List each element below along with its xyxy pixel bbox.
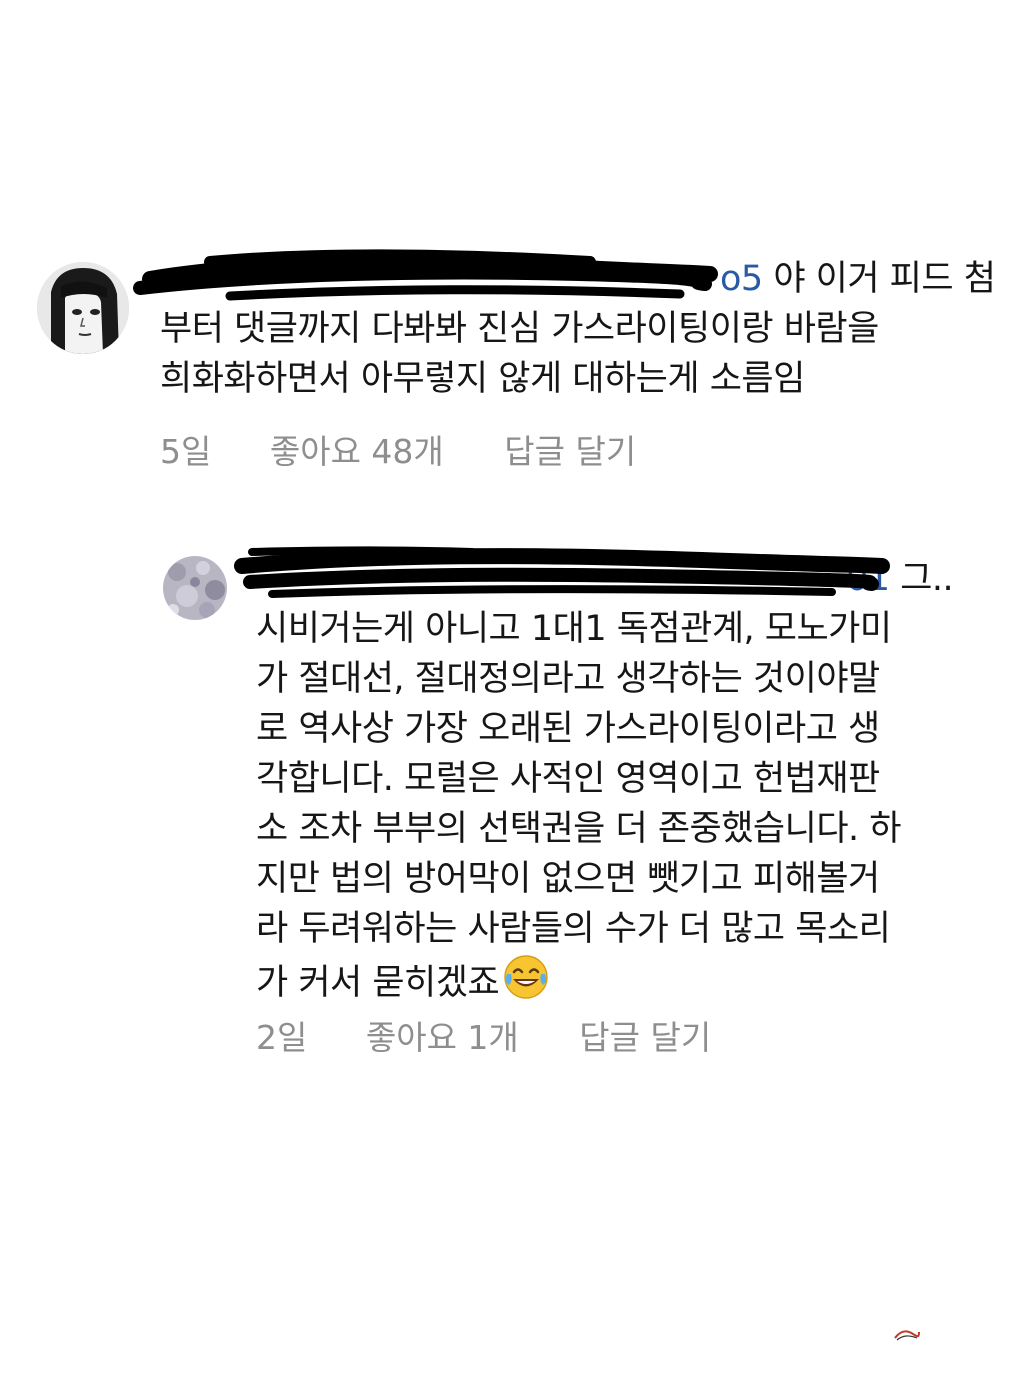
comment-line-text: 가 커서 묻히겠죠 (256, 963, 500, 1003)
face-with-tears-of-joy-icon (503, 954, 549, 1014)
comment-time: 5일 (160, 432, 212, 471)
comment-line: 라 두려워하는 사람들의 수가 더 많고 목소리 (256, 909, 891, 949)
likes-count[interactable]: 좋아요 48개 (270, 425, 444, 473)
reply-button[interactable]: 답글 달기 (504, 425, 636, 473)
comment-text: o5 야 이거 피드 첨 부터 댓글까지 다봐봐 진심 가스라이팅이랑 바람을 … (160, 254, 996, 404)
comment-line: 부터 댓글까지 다봐봐 진심 가스라이팅이랑 바람을 (160, 309, 879, 349)
avatar-illustration-icon (37, 262, 129, 354)
comment-meta: 5일 좋아요 48개 답글 달기 (160, 425, 636, 473)
comment-line: 각합니다. 모럴은 사적인 영역이고 헌법재판 (256, 759, 880, 799)
comment-line: o5 야 이거 피드 첨 (160, 254, 996, 304)
user-avatar[interactable] (37, 262, 129, 354)
avatar-texture-icon (163, 556, 227, 620)
comment-line: 지만 법의 방어막이 없으면 뺏기고 피해볼거 (256, 859, 880, 899)
mention-username-tail[interactable]: o5 (720, 259, 763, 299)
comment-line: 로 역사상 가장 오래된 가스라이팅이라고 생 (256, 709, 880, 749)
comment-time: 2일 (256, 1018, 308, 1057)
comment-line: 01 그.. (256, 554, 954, 604)
reply-button[interactable]: 답글 달기 (579, 1011, 711, 1059)
watermark-scribble-icon (894, 1330, 920, 1341)
user-avatar[interactable] (163, 556, 227, 620)
comment-line-text: 야 이거 피드 첨 (773, 259, 996, 299)
comment-line: 소 조차 부부의 선택권을 더 존중했습니다. 하 (256, 809, 901, 849)
comment-text: 01 그.. 시비거는게 아니고 1대1 독점관계, 모노가미 가 절대선, 절… (256, 554, 954, 1004)
likes-count[interactable]: 좋아요 1개 (366, 1011, 519, 1059)
comment-line: 시비거는게 아니고 1대1 독점관계, 모노가미 (256, 609, 892, 649)
comment-line-text: 그.. (900, 559, 954, 599)
comment-line: 가 커서 묻히겠죠 (256, 954, 953, 1004)
comment-line: 희화화하면서 아무렇지 않게 대하는게 소름임 (160, 359, 805, 399)
comment-meta: 2일 좋아요 1개 답글 달기 (256, 1011, 711, 1059)
comment-line: 가 절대선, 절대정의라고 생각하는 것이야말 (256, 659, 880, 699)
mention-username-tail[interactable]: 01 (846, 559, 890, 599)
